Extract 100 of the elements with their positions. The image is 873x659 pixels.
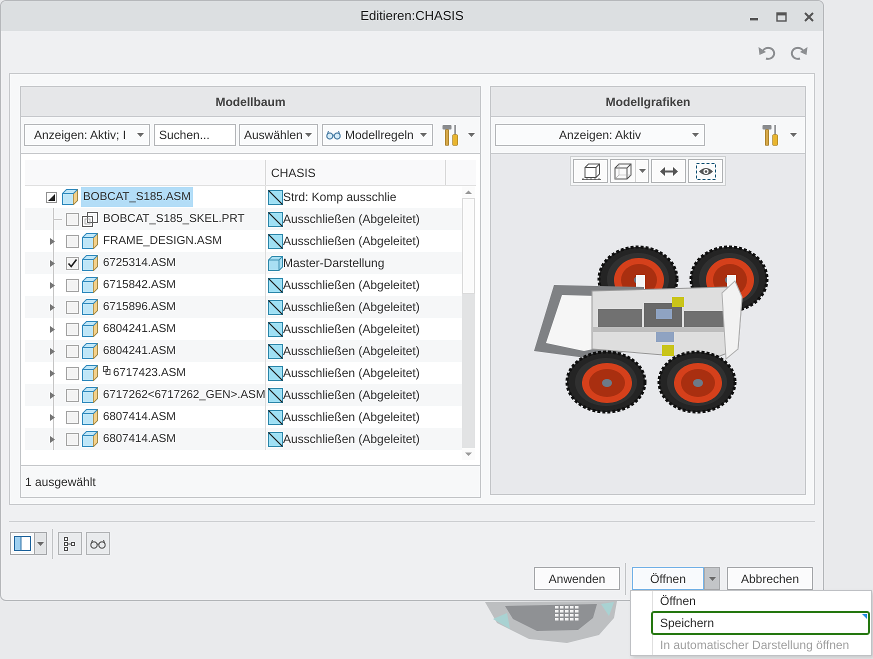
cube-icon <box>82 321 98 337</box>
split-pane-icon <box>14 536 31 551</box>
tree-item[interactable]: 6804241.ASM <box>101 341 178 361</box>
view-filter-dropdown[interactable]: Anzeigen: Aktiv; I <box>24 124 150 146</box>
crossed-square-icon <box>268 344 283 358</box>
model-rules-dropdown[interactable]: Modellregeln <box>322 124 433 146</box>
maximize-icon[interactable] <box>776 12 787 22</box>
representation-label: Ausschließen (Abgeleitet) <box>283 431 420 448</box>
tree-item[interactable]: 6807414.ASM <box>101 429 178 449</box>
checkbox[interactable] <box>66 344 79 358</box>
window-title: Editieren:CHASIS <box>360 7 464 26</box>
expand-arrow-icon[interactable] <box>50 238 55 244</box>
view-filter-dropdown[interactable]: Anzeigen: Aktiv <box>495 124 705 146</box>
tree-item[interactable]: 6715896.ASM <box>101 297 178 317</box>
overlapping-squares-icon <box>82 212 98 226</box>
expand-arrow-icon[interactable] <box>50 348 55 354</box>
undo-icon[interactable] <box>758 44 776 60</box>
menu-item[interactable]: Speichern <box>651 611 870 635</box>
tree-icon <box>64 536 76 550</box>
wireframe-cube-icon <box>614 162 632 180</box>
split-action-button[interactable]: Öffnen <box>632 567 704 590</box>
tree-item[interactable]: 6807414.ASM <box>101 407 178 427</box>
crossed-square-icon <box>268 366 283 380</box>
fit-width-button[interactable] <box>651 159 686 183</box>
tree-item[interactable]: 6725314.ASM <box>101 253 178 273</box>
action-button[interactable]: Anwenden <box>534 567 620 590</box>
representation-label: Master-Darstellung <box>283 255 384 272</box>
cube-icon <box>62 189 78 205</box>
search-field[interactable]: Suchen... <box>154 124 236 146</box>
tree-item[interactable]: 6804241.ASM <box>101 319 178 339</box>
checkbox[interactable] <box>66 410 79 424</box>
expand-arrow-icon[interactable] <box>50 260 55 266</box>
tree-item[interactable]: FRAME_DESIGN.ASM <box>101 231 224 251</box>
representation-label: Ausschließen (Abgeleitet) <box>283 277 420 294</box>
expand-arrow-icon[interactable] <box>50 282 55 288</box>
crossed-square-icon <box>268 212 283 226</box>
tools-icon[interactable] <box>762 124 779 146</box>
checkbox[interactable] <box>66 388 79 402</box>
representation-label: Ausschließen (Abgeleitet) <box>283 299 420 316</box>
representation-label: Ausschließen (Abgeleitet) <box>283 321 420 338</box>
select-dropdown[interactable]: Auswählen <box>239 124 318 146</box>
caret-icon <box>305 133 312 137</box>
representation-label: Ausschließen (Abgeleitet) <box>283 387 420 404</box>
panel-header: Modellgrafiken <box>491 87 805 117</box>
cube-icon <box>82 365 98 381</box>
caret-icon[interactable] <box>638 169 646 173</box>
scrollbar[interactable] <box>462 186 475 460</box>
expand-arrow-icon[interactable] <box>50 326 55 332</box>
checkbox[interactable] <box>66 432 79 446</box>
checkbox[interactable] <box>66 322 79 336</box>
tools-icon[interactable] <box>442 124 459 146</box>
checkbox[interactable] <box>66 278 79 292</box>
tree-view-button[interactable] <box>58 532 82 555</box>
menu-item[interactable]: Öffnen <box>651 591 870 611</box>
cube-icon <box>82 255 98 271</box>
layout-button[interactable] <box>10 532 47 555</box>
scroll-down-icon[interactable] <box>462 448 475 460</box>
caret-icon[interactable] <box>468 133 475 137</box>
caret-icon[interactable] <box>790 133 797 137</box>
expand-arrow-icon[interactable] <box>50 392 55 398</box>
checkbox[interactable] <box>66 256 79 270</box>
close-icon[interactable] <box>804 12 814 22</box>
caret-icon <box>420 133 427 137</box>
tree-item[interactable]: BOBCAT_S185.ASM <box>81 187 193 207</box>
checkbox[interactable] <box>66 212 79 226</box>
redo-icon[interactable] <box>790 44 808 60</box>
caret-icon <box>137 133 144 137</box>
box-ruler-icon <box>580 162 602 180</box>
eye-icon <box>696 162 716 180</box>
glasses-button[interactable] <box>86 532 110 555</box>
scroll-up-icon[interactable] <box>462 186 475 198</box>
representation-label: Ausschließen (Abgeleitet) <box>283 233 420 250</box>
checkbox[interactable] <box>66 300 79 314</box>
visibility-button[interactable] <box>688 159 723 183</box>
expand-arrow-icon[interactable] <box>50 414 55 420</box>
tree-item[interactable]: 6717262<6717262_GEN>.ASM <box>101 385 268 405</box>
checkbox[interactable] <box>66 366 79 380</box>
checkbox[interactable] <box>66 234 79 248</box>
dropdown-toggle[interactable] <box>704 567 720 590</box>
expand-toggle-icon[interactable] <box>46 192 57 202</box>
tree-item[interactable]: 6715842.ASM <box>101 275 178 295</box>
action-button[interactable]: Abbrechen <box>727 567 813 590</box>
caret-icon[interactable] <box>37 542 44 546</box>
expand-arrow-icon[interactable] <box>50 370 55 376</box>
box-measure-button[interactable] <box>573 159 608 183</box>
crossed-square-icon <box>268 322 283 336</box>
expand-arrow-icon[interactable] <box>50 304 55 310</box>
corner-marker-icon <box>862 614 867 619</box>
tree-item[interactable]: BOBCAT_S185_SKEL.PRT <box>101 209 246 229</box>
crossed-square-icon <box>268 388 283 402</box>
tree-item[interactable]: 6717423.ASM <box>111 363 188 383</box>
scrollbar-thumb[interactable] <box>462 198 475 294</box>
expand-arrow-icon[interactable] <box>50 436 55 442</box>
crossed-square-icon <box>268 300 283 314</box>
view-orientation-button[interactable] <box>610 159 649 183</box>
crossed-square-icon <box>268 432 283 446</box>
double-arrow-icon <box>660 166 678 176</box>
menu-item: In automatischer Darstellung öffnen <box>659 637 850 654</box>
cube-icon <box>82 431 98 447</box>
cube-icon <box>82 343 98 359</box>
